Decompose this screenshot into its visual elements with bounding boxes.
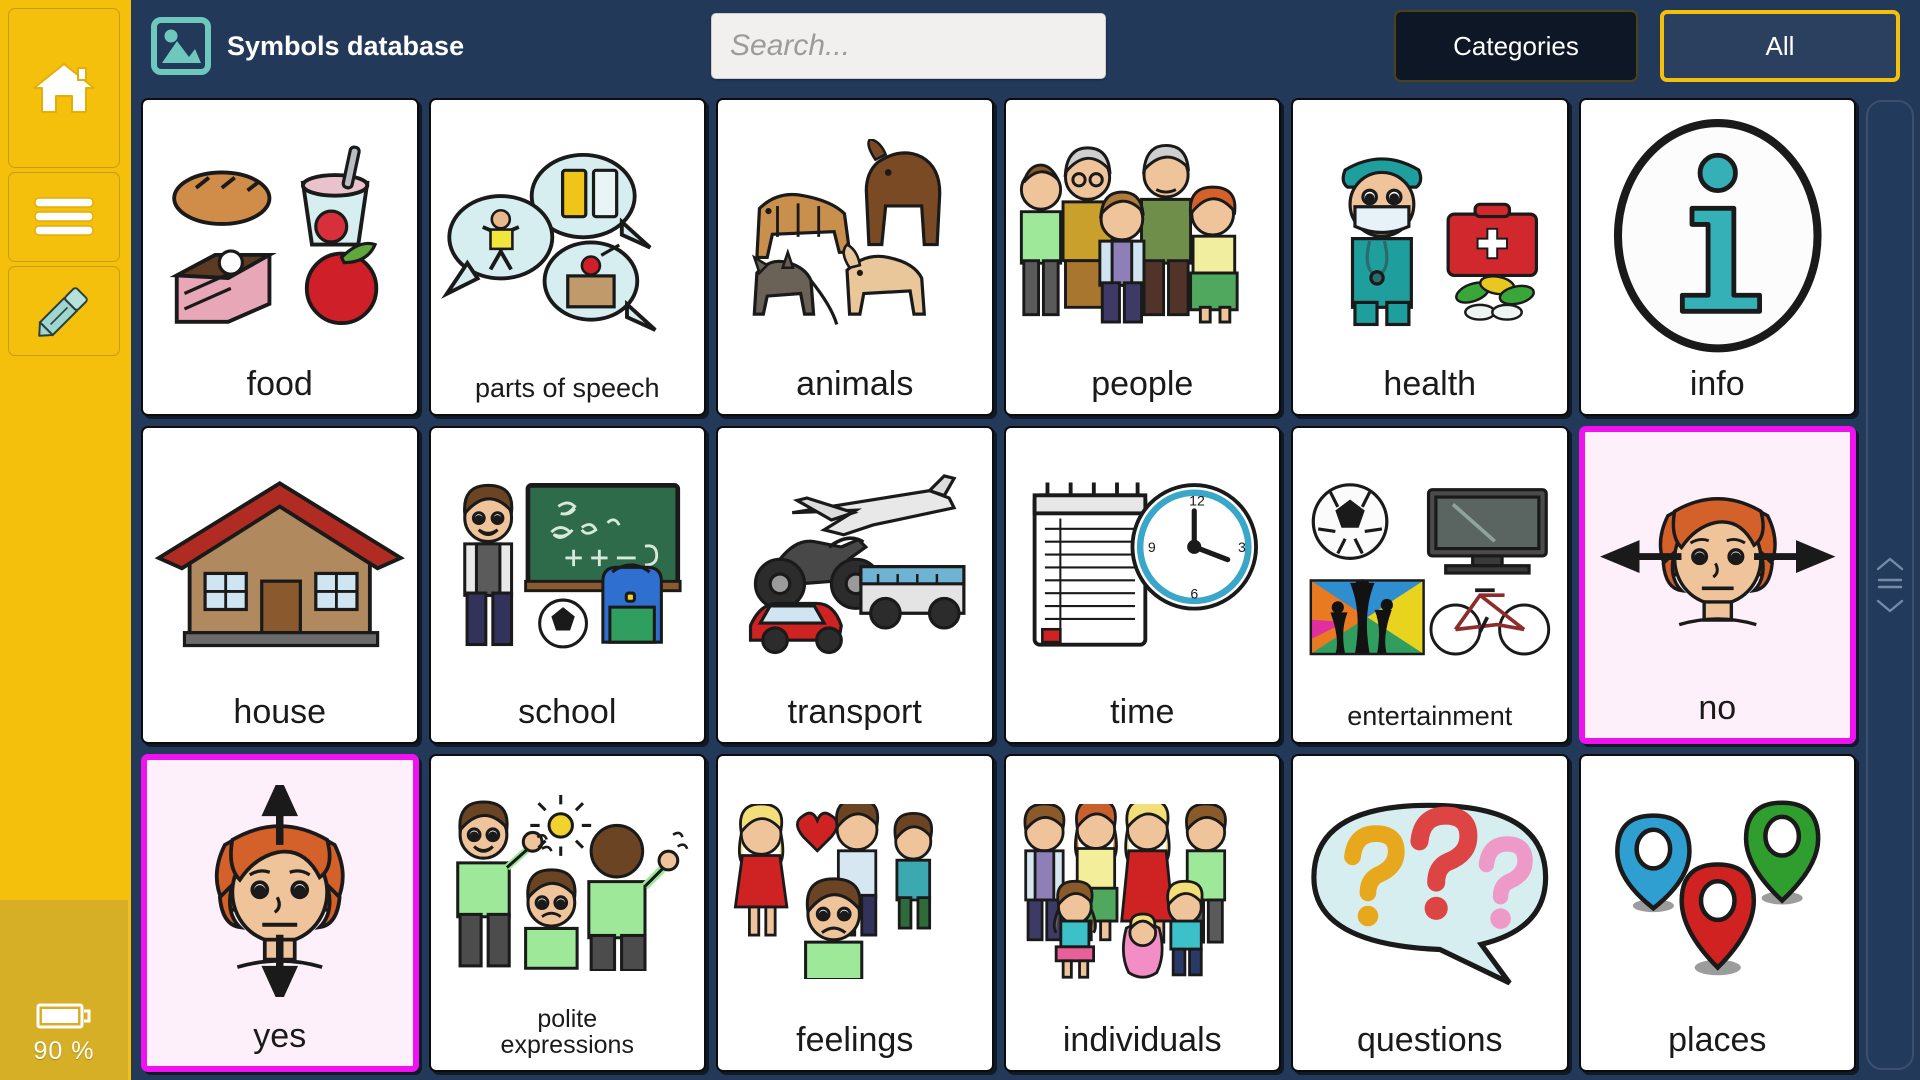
parts-of-speech-art (431, 100, 705, 372)
time-art: 12 3 6 9 (1006, 428, 1280, 693)
school-art (431, 428, 705, 693)
symbol-card-label: individuals (1062, 1020, 1222, 1059)
svg-text:6: 6 (1190, 586, 1198, 602)
symbol-card-label: animals (796, 364, 914, 403)
page-title: Symbols database (227, 30, 465, 61)
symbol-card-label: no (1698, 688, 1737, 727)
app-brand: Symbols database (151, 17, 711, 75)
symbol-card-label: yes (253, 1016, 307, 1055)
symbol-card-yes[interactable]: yes (141, 754, 419, 1072)
sidebar-edit-button[interactable] (8, 266, 120, 356)
symbol-card-no[interactable]: no (1578, 426, 1856, 744)
all-button[interactable]: All (1660, 10, 1900, 82)
symbol-card-parts-of-speech[interactable]: parts of speech (428, 98, 706, 416)
app-root: 90 % Symbols database Categories (0, 0, 1920, 1080)
categories-button[interactable]: Categories (1394, 10, 1638, 82)
chevron-down-icon[interactable] (1875, 598, 1905, 614)
symbol-card-health[interactable]: health (1291, 98, 1569, 416)
symbol-card-label: transport (787, 692, 922, 731)
scrollbar-track[interactable] (1866, 100, 1914, 1070)
transport-art (718, 428, 992, 693)
symbol-grid-wrapper: food parts of speech animals people heal… (131, 92, 1920, 1080)
home-icon (33, 63, 95, 113)
symbol-card-label: house (233, 692, 327, 731)
symbol-card-questions[interactable]: questions (1291, 754, 1569, 1072)
symbol-card-feelings[interactable]: feelings (716, 754, 994, 1072)
info-art (1581, 100, 1855, 365)
symbol-card-time[interactable]: 12 3 6 9 time (1003, 426, 1281, 744)
symbol-card-label: food (246, 364, 313, 403)
svg-text:12: 12 (1189, 493, 1205, 509)
polite-expressions-art (431, 756, 705, 1004)
food-art (143, 100, 417, 365)
symbol-card-label: parts of speech (474, 372, 660, 403)
svg-text:3: 3 (1238, 540, 1246, 556)
sidebar-menu-button[interactable] (8, 172, 120, 262)
symbol-card-entertainment[interactable]: entertainment (1291, 426, 1569, 744)
symbol-card-people[interactable]: people (1003, 98, 1281, 416)
topbar: Symbols database Categories All (131, 0, 1920, 92)
symbol-card-individuals[interactable]: individuals (1003, 754, 1281, 1072)
health-art (1293, 100, 1567, 365)
main-area: Symbols database Categories All (128, 0, 1920, 1080)
hamburger-menu-icon (34, 197, 94, 236)
symbol-card-label: entertainment (1347, 700, 1513, 731)
symbol-card-polite-expressions[interactable]: polite expressions (428, 754, 706, 1072)
symbol-card-label: time (1110, 692, 1175, 731)
search-input[interactable] (730, 29, 1087, 63)
symbol-card-label: school (518, 692, 617, 731)
symbol-card-label: health (1383, 364, 1477, 403)
vertical-scrollbar[interactable] (1866, 92, 1920, 1080)
animals-art (718, 100, 992, 365)
battery-status: 90 % (0, 900, 128, 1080)
svg-text:9: 9 (1147, 540, 1155, 556)
yes-head-nod-art (147, 760, 413, 1017)
symbol-card-label: questions (1356, 1020, 1503, 1059)
symbol-card-places[interactable]: places (1578, 754, 1856, 1072)
scrollbar-handle[interactable] (1875, 556, 1905, 614)
symbol-card-label: places (1668, 1020, 1767, 1059)
symbol-card-info[interactable]: info (1578, 98, 1856, 416)
symbol-card-house[interactable]: house (141, 426, 419, 744)
grip-lines-icon (1877, 578, 1903, 589)
sidebar-home-button[interactable] (8, 8, 120, 168)
individuals-art (1006, 756, 1280, 1021)
all-button-label: All (1765, 30, 1795, 61)
places-art (1581, 756, 1855, 1021)
battery-icon (36, 1003, 91, 1029)
house-art (143, 428, 417, 693)
symbol-card-food[interactable]: food (141, 98, 419, 416)
symbol-grid: food parts of speech animals people heal… (131, 92, 1866, 1080)
chevron-up-icon[interactable] (1875, 556, 1905, 572)
sidebar: 90 % (0, 0, 128, 1080)
entertainment-art (1293, 428, 1567, 700)
symbol-card-school[interactable]: school (428, 426, 706, 744)
symbol-card-label: people (1091, 364, 1194, 403)
feelings-art (718, 756, 992, 1021)
search-box[interactable] (711, 13, 1106, 79)
symbol-card-transport[interactable]: transport (716, 426, 994, 744)
questions-art (1293, 756, 1567, 1021)
battery-percent-label: 90 % (33, 1037, 95, 1065)
symbol-card-label: polite expressions (500, 1005, 634, 1059)
categories-button-label: Categories (1453, 30, 1579, 61)
no-head-shake-art (1585, 432, 1851, 689)
pencil-icon (38, 287, 88, 337)
people-art (1006, 100, 1280, 365)
symbol-card-label: info (1689, 364, 1745, 403)
symbol-card-animals[interactable]: animals (716, 98, 994, 416)
symbol-card-label: feelings (796, 1020, 914, 1059)
image-placeholder-icon (151, 17, 211, 75)
